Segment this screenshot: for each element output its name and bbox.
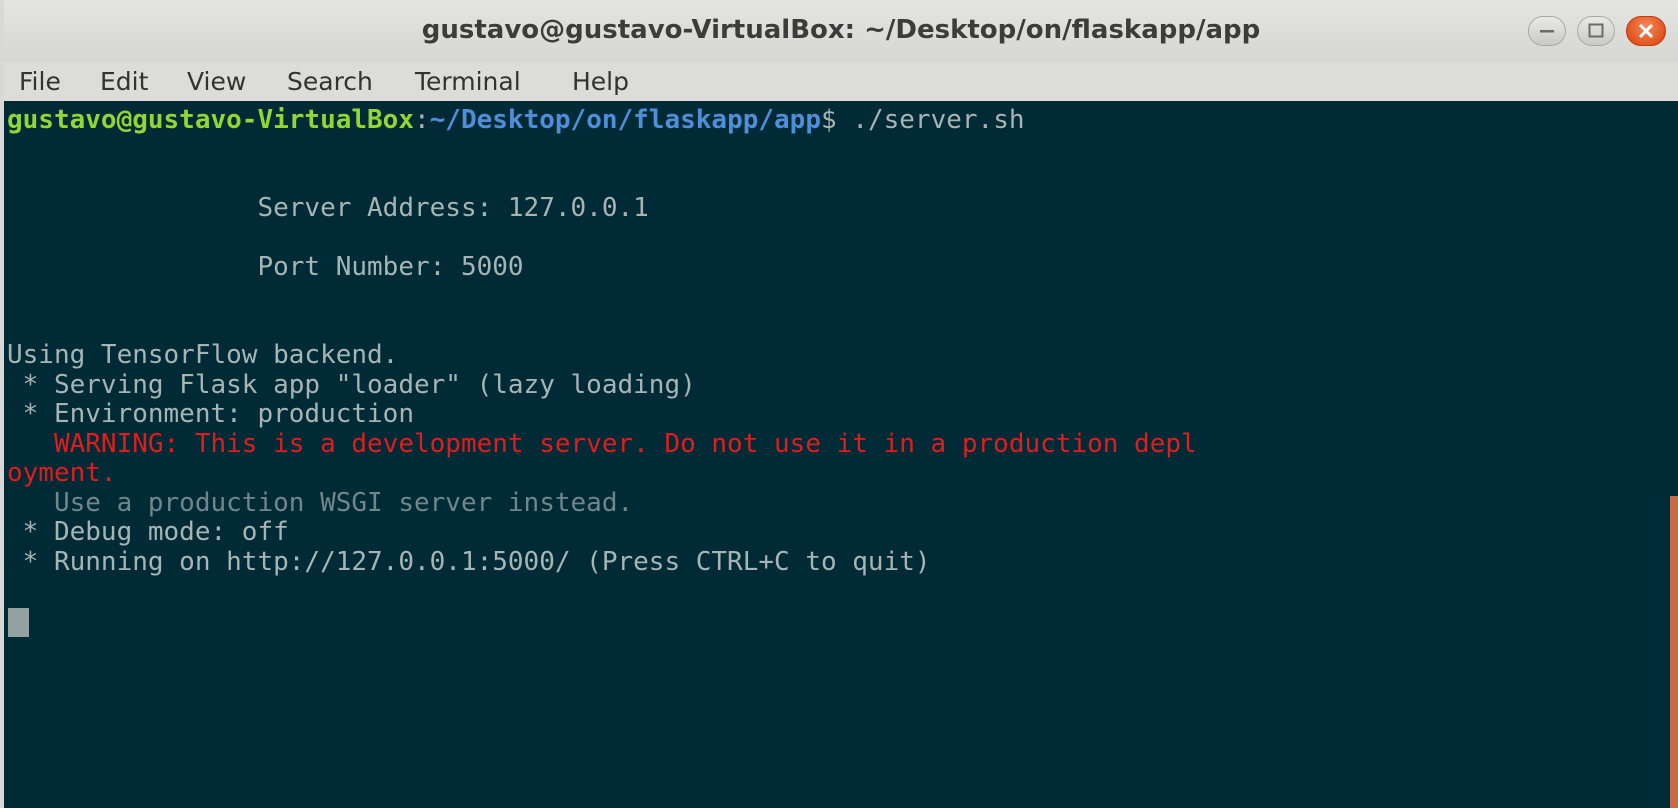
prompt-separator: :: [414, 105, 430, 135]
prompt-user-host: gustavo@gustavo-VirtualBox: [7, 105, 414, 135]
tensorflow-line: Using TensorFlow backend.: [7, 340, 399, 370]
minimize-icon[interactable]: [1528, 16, 1566, 46]
environment-line: * Environment: production: [7, 399, 414, 429]
prompt-line: gustavo@gustavo-VirtualBox:~/Desktop/on/…: [7, 104, 1025, 136]
warning-line: WARNING: This is a development server. D…: [7, 429, 1197, 459]
scrollbar-thumb[interactable]: [1670, 496, 1678, 808]
server-address-line: Server Address: 127.0.0.1: [7, 193, 649, 223]
menu-file[interactable]: File: [19, 67, 61, 96]
terminal-output[interactable]: gustavo@gustavo-VirtualBox:~/Desktop/on/…: [4, 101, 1678, 808]
close-icon[interactable]: [1626, 16, 1666, 46]
maximize-icon[interactable]: [1577, 16, 1615, 46]
menu-bar: File Edit View Search Terminal Help: [4, 62, 1678, 102]
menu-search[interactable]: Search: [287, 67, 373, 96]
menu-help[interactable]: Help: [572, 67, 629, 96]
menu-terminal[interactable]: Terminal: [415, 67, 521, 96]
running-line: * Running on http://127.0.0.1:5000/ (Pre…: [7, 547, 931, 577]
terminal-cursor: [8, 608, 29, 637]
terminal-window: gustavo@gustavo-VirtualBox: ~/Desktop/on…: [4, 0, 1678, 808]
wsgi-hint-line: Use a production WSGI server instead.: [7, 488, 634, 518]
prompt-path: ~/Desktop/on/flaskapp/app: [429, 105, 821, 135]
menu-edit[interactable]: Edit: [100, 67, 148, 96]
debug-mode-line: * Debug mode: off: [7, 517, 289, 547]
port-number-line: Port Number: 5000: [7, 252, 524, 282]
window-title: gustavo@gustavo-VirtualBox: ~/Desktop/on…: [421, 15, 1261, 45]
command-text: ./server.sh: [852, 105, 1025, 135]
warning-line-wrap: oyment.: [7, 458, 117, 488]
serving-line: * Serving Flask app "loader" (lazy loadi…: [7, 370, 696, 400]
prompt-symbol: $: [821, 105, 853, 135]
title-bar[interactable]: gustavo@gustavo-VirtualBox: ~/Desktop/on…: [4, 0, 1678, 63]
menu-view[interactable]: View: [187, 67, 246, 96]
